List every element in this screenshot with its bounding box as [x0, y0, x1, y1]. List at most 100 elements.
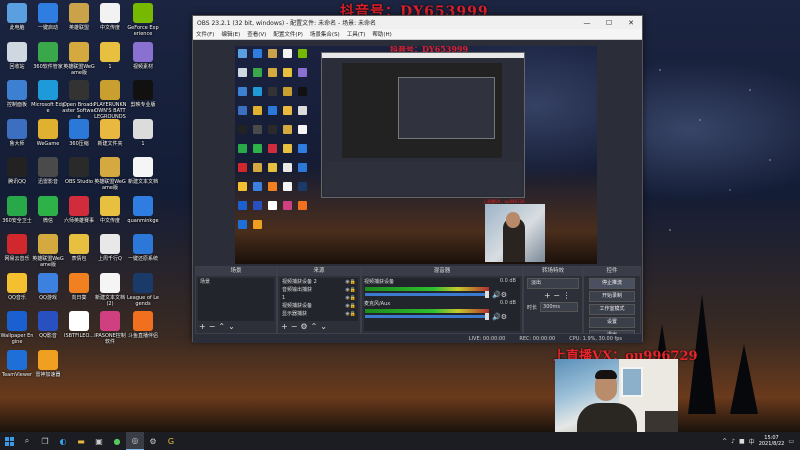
browser-icon[interactable]: G — [162, 432, 180, 450]
tray-chevron-icon[interactable]: ^ — [722, 438, 727, 445]
desktop-icon[interactable]: 360安全卫士 — [0, 195, 34, 224]
settings-button[interactable]: 设置 — [589, 317, 635, 328]
desktop-icon[interactable]: 新建文本文档 — [126, 157, 160, 185]
obs-taskbar-icon[interactable]: ◎ — [126, 432, 144, 450]
desktop-icon[interactable]: 向日葵 — [62, 272, 96, 301]
menu-profile[interactable]: 配置文件(P) — [273, 30, 303, 38]
desktop-icon[interactable]: 控制面板 — [0, 80, 34, 108]
desktop-icon[interactable]: TeamViewer — [0, 349, 34, 378]
obs-titlebar[interactable]: OBS 23.2.1 (32 bit, windows) - 配置文件: 未命名… — [193, 16, 642, 29]
start-recording-button[interactable]: 开始录制 — [589, 291, 635, 302]
studio-mode-button[interactable]: 工作室模式 — [589, 304, 635, 315]
desktop-icon[interactable]: 英雄联盟 — [62, 3, 96, 31]
minimize-icon[interactable]: — — [576, 19, 598, 27]
desktop-icon[interactable]: GeForce Experience — [126, 3, 160, 37]
desktop-icon[interactable]: 中文传度 — [93, 195, 127, 224]
desktop-icon[interactable]: ISBTFILEO... — [62, 311, 96, 339]
desktop-icon[interactable]: 剪映专业版 — [126, 80, 160, 108]
desktop-icon[interactable]: 六师英雄赛事 — [62, 195, 96, 224]
stop-streaming-button[interactable]: 停止推流 — [589, 278, 635, 289]
desktop-icon[interactable]: 网易云音乐 — [0, 234, 34, 262]
desktop-icon[interactable]: 迅雷影音 — [31, 157, 65, 185]
speaker-icon[interactable]: 🔊⚙ — [492, 313, 507, 321]
remove-icon[interactable]: − — [209, 322, 219, 331]
desktop-icon[interactable]: 微信 — [31, 195, 65, 224]
menu-file[interactable]: 文件(F) — [196, 30, 214, 38]
desktop-icon[interactable]: 英雄联盟WeGame版 — [31, 234, 65, 268]
source-item[interactable]: 视频捕获设备 ◉🔒 — [280, 302, 358, 310]
volume-slider[interactable] — [365, 291, 489, 298]
settings-icon[interactable]: ⚙ — [144, 432, 162, 450]
desktop-icon[interactable]: League of Legends — [126, 272, 160, 307]
desktop-icon[interactable]: 新建文本文档 (2) — [93, 272, 127, 307]
gear-icon[interactable]: ⚙ — [300, 322, 310, 331]
desktop-icon[interactable]: 视频素材 — [126, 41, 160, 70]
notification-icon[interactable]: ▭ — [788, 438, 794, 445]
eye-icon[interactable]: ◉🔒 — [345, 286, 356, 294]
obs-window[interactable]: OBS 23.2.1 (32 bit, windows) - 配置文件: 未命名… — [192, 15, 643, 343]
desktop-icon[interactable]: 回收站 — [0, 41, 34, 70]
desktop-icon[interactable]: 鲁大师 — [0, 118, 34, 147]
menu-scene-collection[interactable]: 场景集合(S) — [310, 30, 340, 38]
remove-icon[interactable]: − — [291, 322, 301, 331]
desktop-icon[interactable]: Open Broadcaster Software — [62, 80, 96, 120]
desktop-icon[interactable]: 表情包 — [62, 234, 96, 262]
add-icon[interactable]: + — [281, 322, 291, 331]
desktop-icon[interactable]: 一键还原系统 — [126, 234, 160, 262]
desktop-icon[interactable]: QQ游戏 — [31, 272, 65, 301]
source-item[interactable]: 显示器捕获 ◉🔒 — [280, 310, 358, 318]
tray-ime-icon[interactable]: 中 — [749, 437, 755, 446]
maximize-icon[interactable]: ☐ — [598, 19, 620, 27]
tray-volume-icon[interactable]: ♪ — [731, 438, 735, 445]
speaker-icon[interactable]: 🔊⚙ — [492, 291, 507, 299]
remove-icon[interactable]: − — [553, 291, 560, 300]
desktop-icon[interactable]: 斗鱼直播伴侣 — [126, 311, 160, 339]
desktop-icon[interactable]: OBS Studio — [62, 157, 96, 185]
desktop-icon[interactable]: 中文传度 — [93, 3, 127, 31]
desktop-icon[interactable]: IPASONE控制软件 — [93, 311, 127, 345]
down-icon[interactable]: ⌄ — [320, 322, 330, 331]
add-icon[interactable]: + — [199, 322, 209, 331]
source-item[interactable]: 音频输出捕获 ◉🔒 — [280, 286, 358, 294]
desktop-icon[interactable]: 英雄联盟WeGame版 — [62, 41, 96, 76]
obs-preview[interactable]: 抖音号：DY653999 上直播VX：ou996729 — [235, 46, 597, 264]
eye-icon[interactable]: ◉🔒 — [345, 310, 356, 318]
add-icon[interactable]: + — [544, 291, 551, 300]
up-icon[interactable]: ⌃ — [218, 322, 228, 331]
eye-icon[interactable]: ◉🔒 — [345, 302, 356, 310]
menu-view[interactable]: 查看(V) — [247, 30, 266, 38]
desktop-icon[interactable]: 1 — [126, 118, 160, 147]
menu-tools[interactable]: 工具(T) — [347, 30, 366, 38]
desktop-icon[interactable]: 1 — [93, 41, 127, 70]
transition-select[interactable]: 淡出 — [527, 278, 579, 289]
eye-icon[interactable]: ◉🔒 — [345, 294, 356, 302]
desktop-icon[interactable]: PLAYERUNKNOWN'S BATTLEGROUNDS — [93, 80, 127, 120]
desktop-icon[interactable]: QQ影音 — [31, 311, 65, 339]
volume-slider[interactable] — [365, 313, 489, 320]
clock[interactable]: 15:07 2021/8/22 — [759, 435, 785, 447]
desktop-icon[interactable]: 英雄联盟WeGame版 — [93, 157, 127, 191]
desktop-icon[interactable]: 腾讯QQ — [0, 157, 34, 185]
down-icon[interactable]: ⌄ — [228, 322, 238, 331]
app-icon[interactable]: ● — [108, 432, 126, 450]
desktop-icon[interactable]: Wallpaper Engine — [0, 311, 34, 345]
folder-icon[interactable]: ▬ — [72, 432, 90, 450]
desktop-icon[interactable]: quanminkge — [126, 195, 160, 224]
menu-help[interactable]: 帮助(H) — [372, 30, 391, 38]
tray-network-icon[interactable]: ■ — [739, 438, 745, 445]
desktop-icon[interactable]: 一键启动 — [31, 3, 65, 31]
duration-input[interactable]: 300ms — [540, 302, 579, 312]
volume-slider-knob[interactable] — [485, 291, 489, 298]
desktop-icon[interactable]: WeGame — [31, 118, 65, 147]
source-item[interactable]: 视频捕获设备 2 ◉🔒 — [280, 278, 358, 286]
volume-slider-knob[interactable] — [485, 313, 489, 320]
scenes-list[interactable]: 场景 — [198, 278, 274, 321]
scene-item[interactable]: 场景 — [198, 278, 274, 286]
store-icon[interactable]: ▣ — [90, 432, 108, 450]
desktop-icon[interactable]: QQ音乐 — [0, 272, 34, 301]
sources-list[interactable]: 视频捕获设备 2 ◉🔒 音频输出捕获 ◉🔒 1 ◉🔒 视频捕获设备 ◉🔒 显示器捕获 ◉🔒 — [280, 278, 358, 321]
menu-edit[interactable]: 编辑(E) — [221, 30, 240, 38]
close-icon[interactable]: ✕ — [620, 19, 642, 27]
search-icon[interactable]: ⌕ — [18, 432, 36, 450]
source-item[interactable]: 1 ◉🔒 — [280, 294, 358, 302]
